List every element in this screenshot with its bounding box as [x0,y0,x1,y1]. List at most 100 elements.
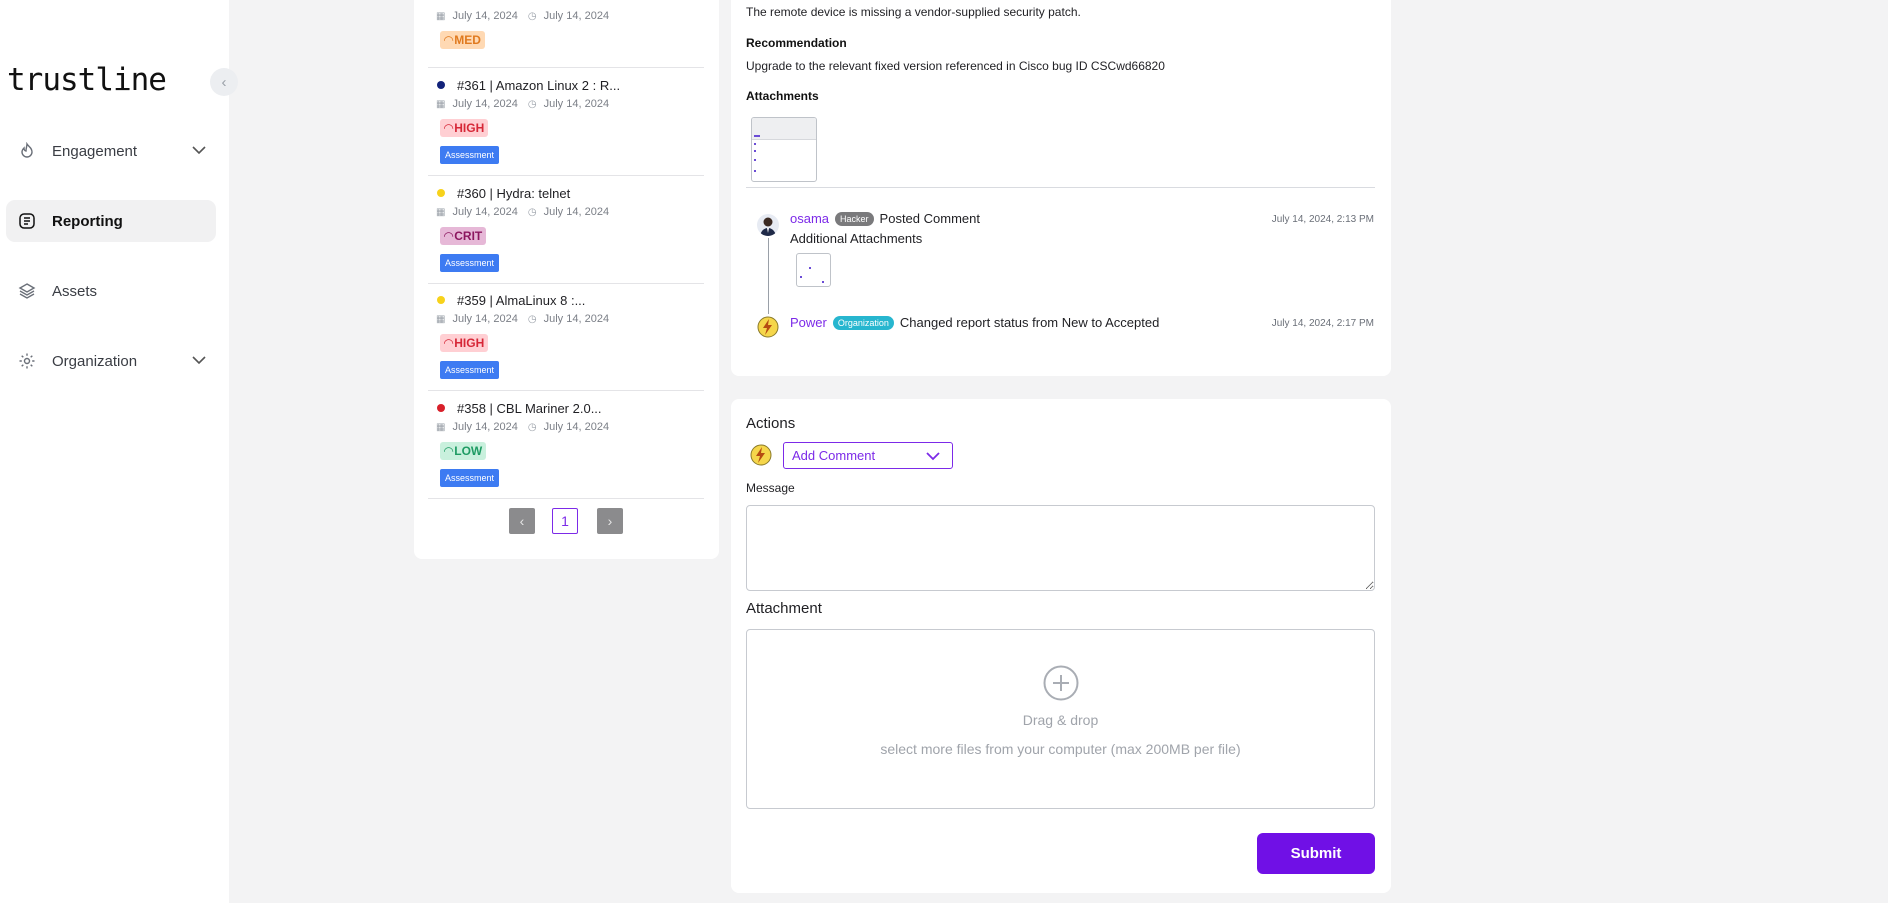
attachment-label: Attachment [746,600,822,617]
assessment-tag: Assessment [440,146,500,164]
report-description: The remote device is missing a vendor-su… [746,5,1081,19]
avatar [750,444,772,466]
report-updated-date: July 14, 2024 [543,10,610,22]
sidebar-item-organization[interactable]: Organization [6,340,216,382]
severity-label: HIGH [454,121,485,135]
role-badge: Organization [832,315,894,330]
report-dates: ▦ July 14, 2024 ◷ July 14, 2024 [428,312,704,326]
calendar-icon: ▦ [436,98,446,110]
clock-icon: ◷ [527,421,537,433]
prev-page-button[interactable]: ‹ [509,508,535,534]
avatar[interactable] [757,214,779,236]
severity-label: MED [454,33,481,47]
chevron-down-icon [926,449,940,464]
avatar[interactable] [757,316,779,338]
timeline-line [768,238,769,314]
message-textarea[interactable] [746,505,1375,591]
report-dates: ▦ July 14, 2024 ◷ July 14, 2024 [428,97,704,111]
report-title: #360 | Hydra: telnet [457,185,571,201]
status-dot [437,296,445,304]
layers-icon [16,280,38,302]
sidebar-item-reporting[interactable]: Reporting [6,200,216,242]
calendar-icon: ▦ [436,313,446,325]
sidebar-item-label: Assets [52,282,98,300]
collapse-sidebar-button[interactable]: ‹ [210,68,238,96]
sidebar-item-label: Organization [52,352,138,370]
attachment-thumbnail[interactable] [751,117,817,182]
role-badge: Hacker [835,211,874,226]
report-icon [16,210,38,232]
chevron-left-icon: ‹ [221,73,227,91]
action-type-select[interactable]: Add Comment [783,442,953,469]
assessment-tag: Assessment [440,254,500,272]
chevron-down-icon [192,352,206,369]
plus-circle-icon [1043,665,1079,701]
sidebar-item-label: Reporting [52,212,123,230]
recommendation-text: Upgrade to the relevant fixed version re… [746,59,1165,73]
report-updated-date: July 14, 2024 [543,98,610,110]
report-dates: ▦ July 14, 2024 ◷ July 14, 2024 [428,420,704,434]
gauge-icon: ◠ [444,444,454,458]
report-title: #361 | Amazon Linux 2 : R... [457,77,621,93]
clock-icon: ◷ [527,98,537,110]
next-page-button[interactable]: › [597,508,623,534]
report-item[interactable]: #359 | AlmaLinux 8 :... ▦ July 14, 2024 … [428,291,704,391]
report-dates: ▦ July 14, 2024 ◷ July 14, 2024 [428,205,704,219]
report-title: #359 | AlmaLinux 8 :... [457,292,586,308]
activity-timestamp: July 14, 2024, 2:17 PM [1271,318,1374,329]
page-number-button[interactable]: 1 [552,508,578,534]
gear-icon [16,350,38,372]
sidebar-item-label: Engagement [52,142,138,160]
report-item[interactable]: #360 | Hydra: telnet ▦ July 14, 2024 ◷ J… [428,184,704,284]
report-item[interactable]: #361 | Amazon Linux 2 : R... ▦ July 14, … [428,76,704,176]
gauge-icon: ◠ [444,336,454,350]
activity-timestamp: July 14, 2024, 2:13 PM [1271,214,1374,225]
activity-user[interactable]: Power [790,315,827,330]
app-logo[interactable]: trustline [7,62,167,98]
engagement-icon [16,140,38,162]
activity-user[interactable]: osama [790,211,829,226]
activity-entry: osama Hacker Posted Comment [790,211,980,226]
activity-action: Changed report status from New to Accept… [899,315,1160,330]
report-created-date: July 14, 2024 [452,313,518,325]
report-title-row: #359 | AlmaLinux 8 :... [428,291,704,309]
calendar-icon: ▦ [436,421,446,433]
report-title-row: #358 | CBL Mariner 2.0... [428,399,704,417]
dropzone-hint: select more files from your computer (ma… [880,741,1241,757]
severity-badge: ◠ MED [440,31,485,49]
gauge-icon: ◠ [444,33,454,47]
sidebar-item-engagement[interactable]: Engagement [6,130,216,172]
assessment-tag: Assessment [440,361,500,379]
gauge-icon: ◠ [444,121,454,135]
comment-attachment-thumbnail[interactable] [796,253,831,287]
file-dropzone[interactable]: Drag & drop select more files from your … [746,629,1375,809]
message-label: Message [746,481,795,495]
gauge-icon: ◠ [444,229,454,243]
activity-comment: Additional Attachments [790,231,923,246]
dropzone-title: Drag & drop [1022,712,1099,728]
select-value: Add Comment [792,448,876,463]
assessment-tag: Assessment [440,469,500,487]
report-title-row: #361 | Amazon Linux 2 : R... [428,76,704,94]
clock-icon: ◷ [527,10,537,22]
status-dot [437,189,445,197]
activity-action: Posted Comment [879,211,980,226]
severity-label: HIGH [454,336,485,350]
report-title-row: #360 | Hydra: telnet [428,184,704,202]
report-dates: ▦ July 14, 2024 ◷ July 14, 2024 [428,9,704,23]
submit-button[interactable]: Submit [1257,833,1375,874]
sidebar: trustline ‹ Engagement Reporting Assets … [0,0,238,903]
attachments-header: Attachments [746,89,819,103]
report-created-date: July 14, 2024 [452,98,518,110]
chevron-down-icon [192,142,206,159]
divider [746,187,1375,188]
severity-label: LOW [454,444,483,458]
activity-entry: Power Organization Changed report status… [790,315,1159,330]
report-item[interactable]: #358 | CBL Mariner 2.0... ▦ July 14, 202… [428,399,704,499]
sidebar-item-assets[interactable]: Assets [6,270,216,312]
recommendation-header: Recommendation [746,36,847,50]
calendar-icon: ▦ [436,206,446,218]
report-item[interactable]: ▦ July 14, 2024 ◷ July 14, 2024 ◠ MED [428,0,704,68]
report-updated-date: July 14, 2024 [543,313,610,325]
calendar-icon: ▦ [436,10,446,22]
